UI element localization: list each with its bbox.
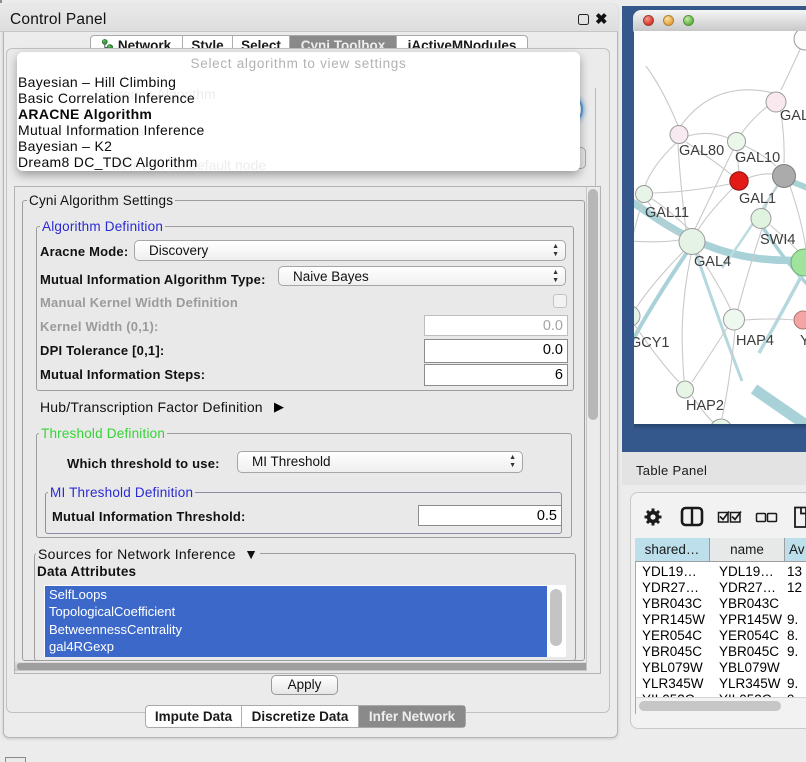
svg-text:GAL4: GAL4 [694,254,731,270]
svg-text:GAL80: GAL80 [679,143,724,159]
svg-text:GCY1: GCY1 [634,335,670,351]
svg-text:Y: Y [800,333,806,349]
svg-text:GAL10: GAL10 [735,150,780,166]
svg-text:HAP4: HAP4 [736,333,774,349]
svg-text:GAL1: GAL1 [739,191,776,207]
svg-text:HAP2: HAP2 [686,398,724,414]
svg-text:GAL7: GAL7 [780,108,806,124]
svg-text:SWI4: SWI4 [760,232,795,248]
svg-text:GAL11: GAL11 [645,205,689,221]
